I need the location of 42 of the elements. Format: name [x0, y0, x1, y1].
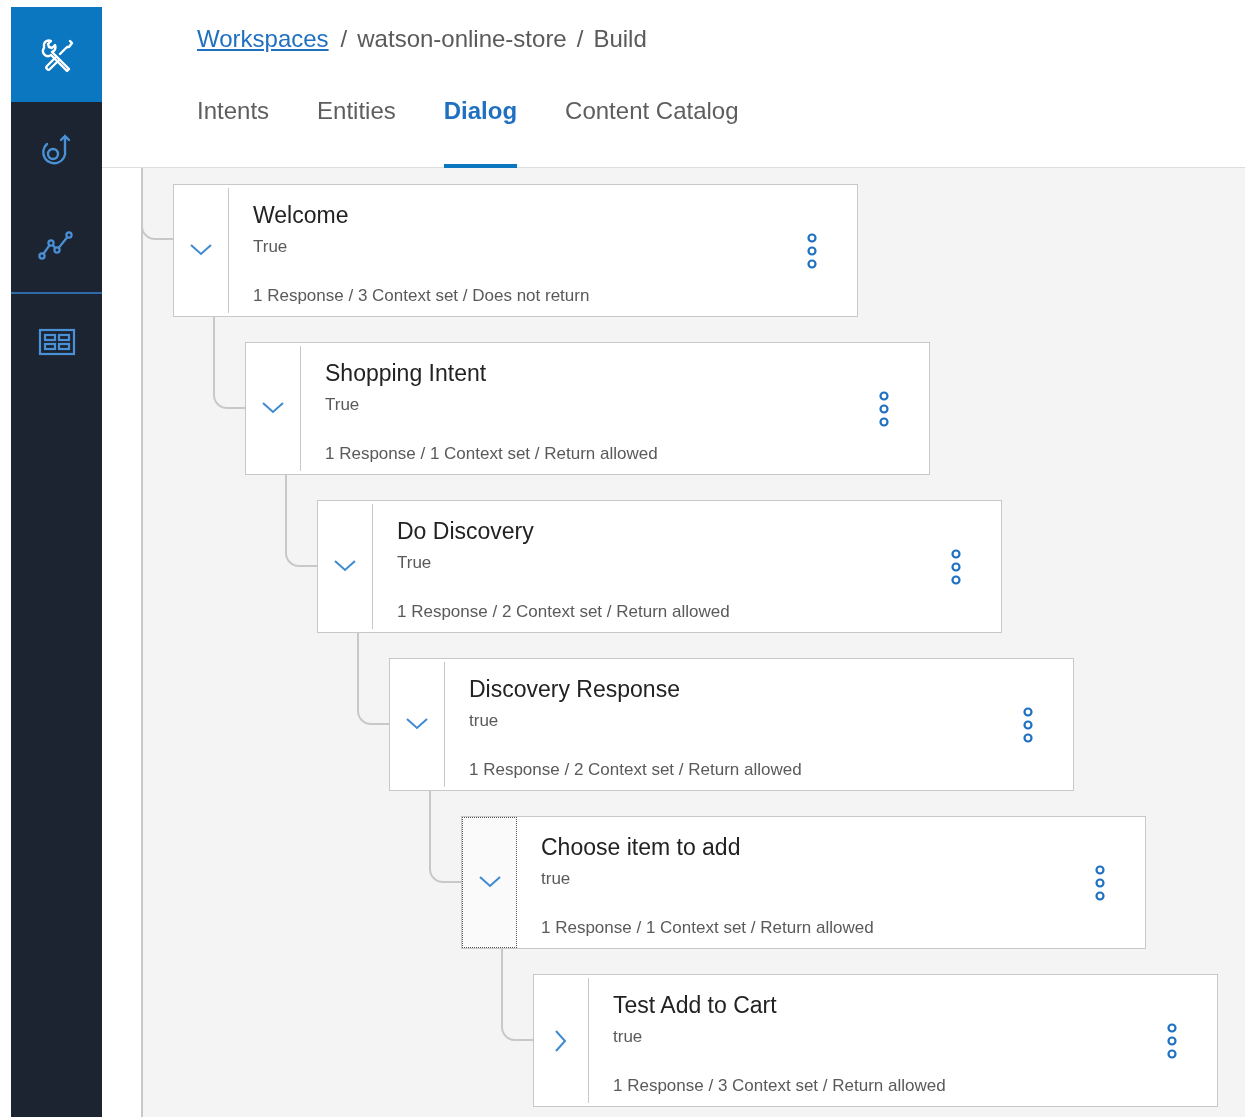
node-title: Do Discovery: [397, 517, 535, 545]
node-summary: 1 Response / 2 Context set / Return allowed: [469, 760, 803, 780]
tab[interactable]: Content Catalog: [565, 88, 739, 168]
node-summary: 1 Response / 3 Context set / Return allowed: [613, 1076, 947, 1096]
node-title: Test Add to Cart: [613, 991, 778, 1019]
more-options-icon: [806, 231, 818, 270]
more-options-icon: [1094, 863, 1106, 902]
node-condition: true: [613, 1027, 644, 1047]
breadcrumb-separator: /: [340, 25, 348, 53]
breadcrumb-separator: /: [576, 25, 584, 53]
node-condition: True: [325, 395, 361, 415]
node-title: Shopping Intent: [325, 359, 488, 387]
node-condition: True: [397, 553, 433, 573]
line-graph-icon: [37, 228, 76, 261]
breadcrumb-text: Build: [593, 25, 647, 53]
node-title: Welcome: [253, 201, 350, 229]
node-summary: 1 Response / 1 Context set / Return allowed: [541, 918, 875, 938]
breadcrumb-link[interactable]: Workspaces: [197, 25, 329, 53]
more-options-icon: [1022, 705, 1034, 744]
nav-button[interactable]: [11, 7, 102, 102]
dialog-node-card[interactable]: Discovery Response true 1 Response / 2 Context set / Return allowed: [389, 658, 1074, 791]
node-summary: 1 Response / 3 Context set / Does not return: [253, 286, 591, 306]
dialog-node-card[interactable]: Do Discovery True 1 Response / 2 Context set / Return allowed: [317, 500, 1002, 633]
dialog-node-card[interactable]: Test Add to Cart true 1 Response / 3 Context set / Return allowed: [533, 974, 1218, 1107]
collapse-button[interactable]: [462, 817, 517, 948]
node-condition: true: [541, 869, 572, 889]
dialog-node-card[interactable]: Choose item to add true 1 Response / 1 Context set / Return allowed: [461, 816, 1146, 949]
more-options-icon: [950, 547, 962, 586]
node-summary: 1 Response / 1 Context set / Return allowed: [325, 444, 659, 464]
grid-icon: [37, 327, 76, 356]
node-condition: true: [469, 711, 500, 731]
dialog-node-card[interactable]: Shopping Intent True 1 Response / 1 Context set / Return allowed: [245, 342, 930, 475]
node-summary: 1 Response / 2 Context set / Return allowed: [397, 602, 731, 622]
more-options-icon: [1166, 1021, 1178, 1060]
breadcrumb-text: watson-online-store: [357, 25, 567, 53]
more-options-icon: [878, 389, 890, 428]
node-title: Discovery Response: [469, 675, 681, 703]
dialog-node-card[interactable]: Welcome True 1 Response / 3 Context set / Does not return: [173, 184, 858, 317]
tab[interactable]: Entities: [317, 88, 396, 168]
node-condition: True: [253, 237, 289, 257]
tab[interactable]: Intents: [197, 88, 270, 168]
node-title: Choose item to add: [541, 833, 742, 861]
